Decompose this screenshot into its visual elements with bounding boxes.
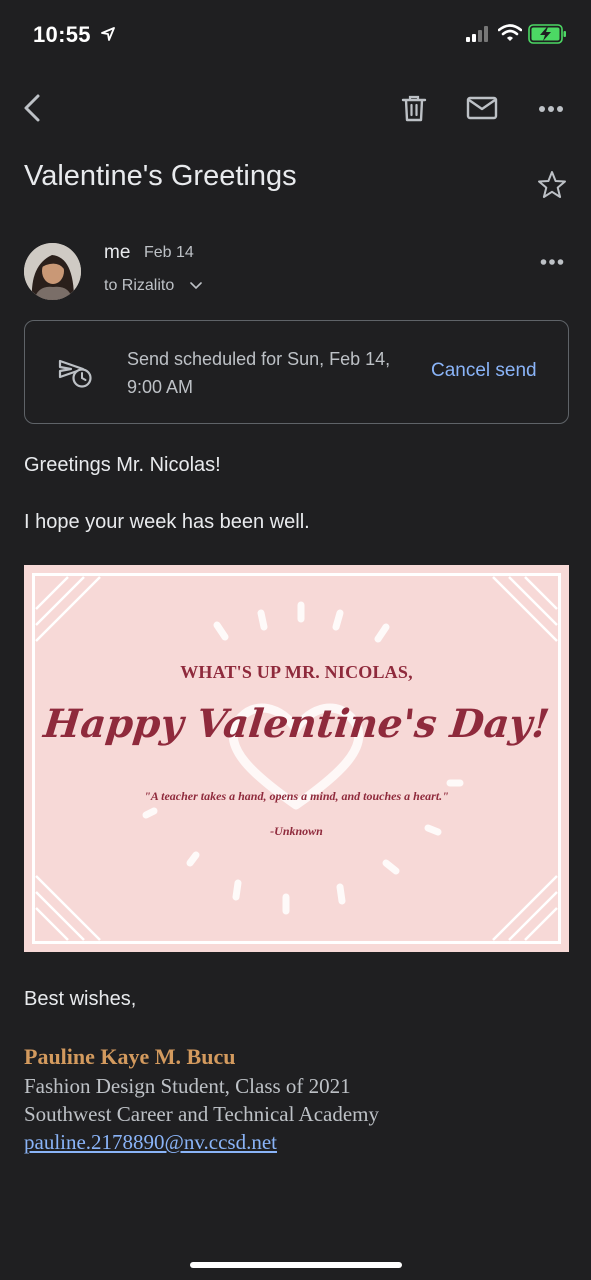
avatar-photo xyxy=(24,243,81,300)
status-bar: 10:55 xyxy=(0,0,591,70)
toolbar xyxy=(0,80,591,136)
email-subject: Valentine's Greetings xyxy=(24,160,297,192)
star-icon[interactable] xyxy=(537,170,567,200)
chevron-down-icon[interactable] xyxy=(190,282,202,290)
card-title: Happy Valentine's Day! xyxy=(41,701,552,747)
trash-icon[interactable] xyxy=(400,94,428,122)
signature-title: Fashion Design Student, Class of 2021 xyxy=(24,1074,351,1098)
wifi-icon xyxy=(498,24,522,41)
recipient-line[interactable]: to Rizalito xyxy=(104,277,174,295)
mark-unread-mail-icon[interactable] xyxy=(466,96,498,120)
cancel-send-button[interactable]: Cancel send xyxy=(431,360,537,382)
signature-name: Pauline Kaye M. Bucu xyxy=(24,1044,236,1069)
status-time: 10:55 xyxy=(33,22,91,47)
body-greeting: Greetings Mr. Nicolas! xyxy=(24,454,221,476)
card-heart-decoration xyxy=(35,576,558,941)
body-line: I hope your week has been well. xyxy=(24,511,310,533)
battery-charging-icon xyxy=(528,24,566,44)
card-quote: "A teacher takes a hand, opens a mind, a… xyxy=(144,789,449,803)
card-heading: WHAT'S UP MR. NICOLAS, xyxy=(180,662,413,682)
card-author: -Unknown xyxy=(270,824,323,838)
home-indicator[interactable] xyxy=(190,1262,402,1268)
valentine-card-image: WHAT'S UP MR. NICOLAS, Happy Valentine's… xyxy=(24,565,569,952)
more-options-icon[interactable] xyxy=(538,105,564,113)
scheduled-send-text: Send scheduled for Sun, Feb 14, 9:00 AM xyxy=(127,349,391,397)
signature-school: Southwest Career and Technical Academy xyxy=(24,1102,380,1126)
scheduled-send-icon xyxy=(58,359,92,388)
email-date: Feb 14 xyxy=(144,244,194,261)
signature-email-link[interactable]: pauline.2178890@nv.ccsd.net xyxy=(24,1130,277,1155)
sender-avatar[interactable] xyxy=(24,243,81,300)
location-arrow-icon xyxy=(101,27,115,41)
scheduled-send-banner: Send scheduled for Sun, Feb 14, 9:00 AM … xyxy=(24,320,569,424)
cellular-signal-icon xyxy=(466,26,488,42)
message-more-icon[interactable] xyxy=(540,258,564,266)
sender-name: me xyxy=(104,242,131,263)
body-closing: Best wishes, xyxy=(24,988,137,1010)
back-arrow-icon[interactable] xyxy=(20,93,44,123)
